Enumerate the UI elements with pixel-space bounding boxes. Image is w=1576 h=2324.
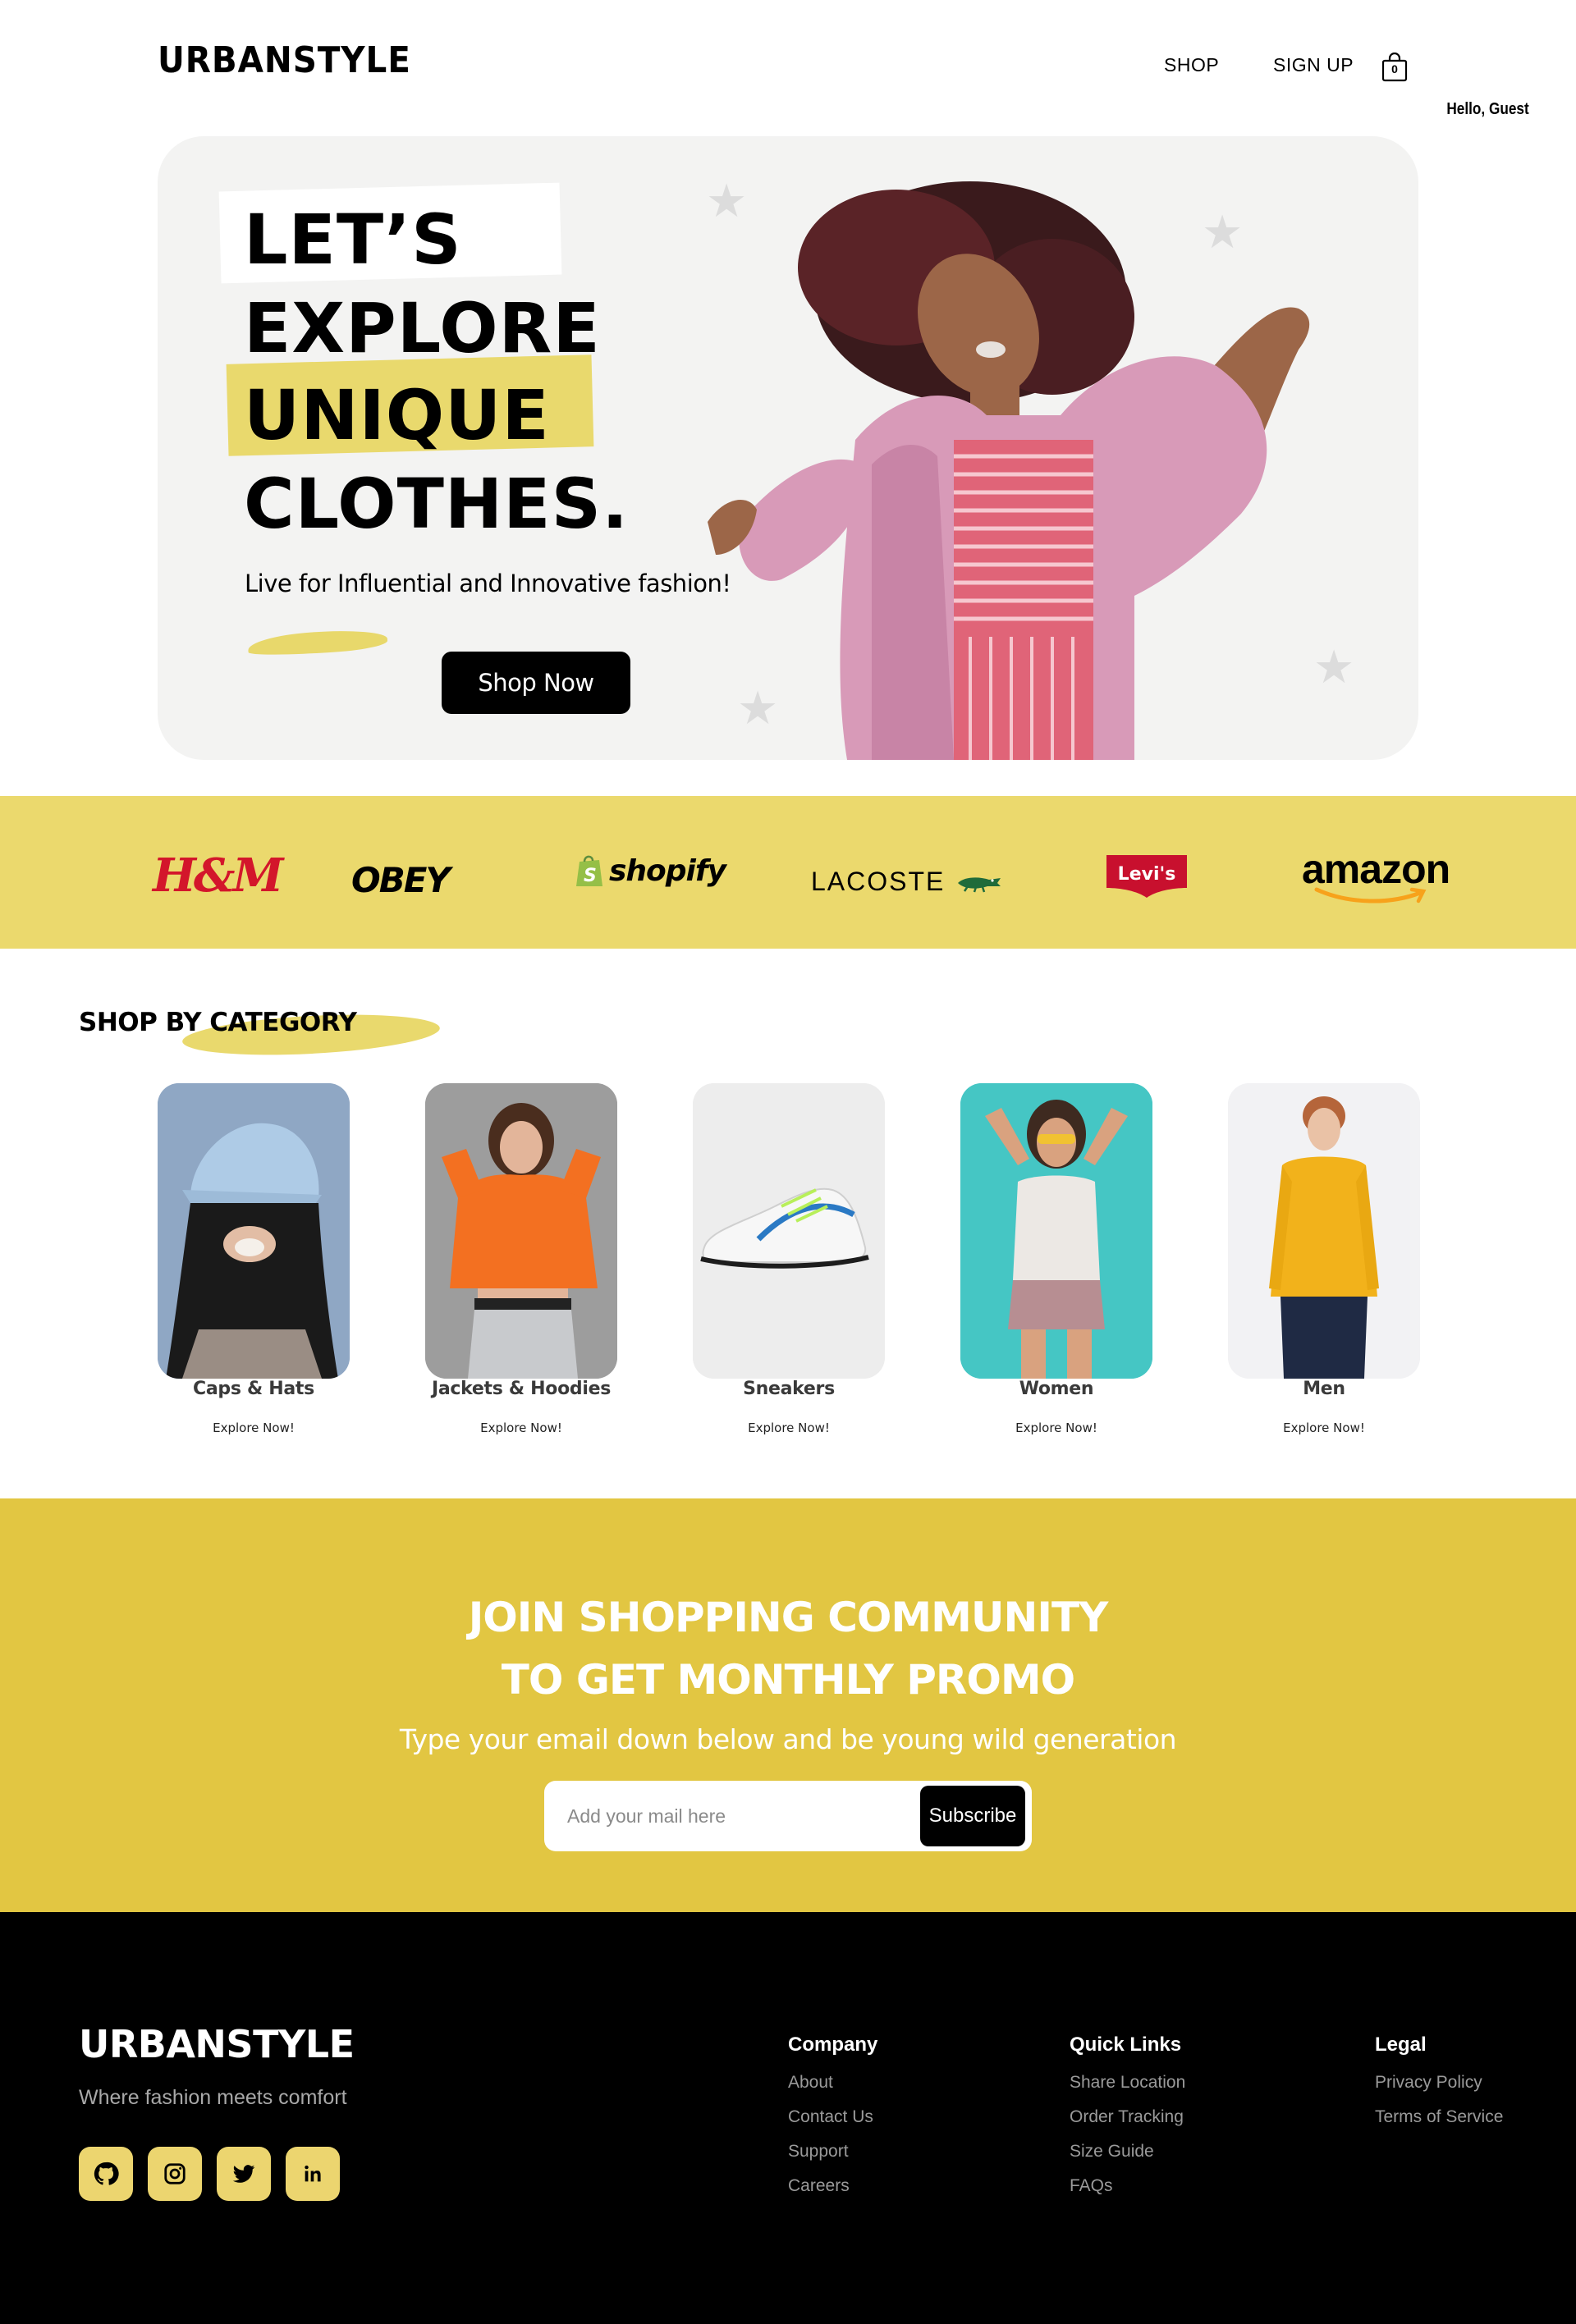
newsletter-section: JOIN SHOPPING COMMUNITY TO GET MONTHLY P… bbox=[0, 1498, 1576, 1912]
footer-link-contact-us[interactable]: Contact Us bbox=[788, 2107, 873, 2127]
cart-button[interactable]: 0 bbox=[1381, 52, 1408, 82]
footer-link-order-tracking[interactable]: Order Tracking bbox=[1070, 2107, 1184, 2127]
category-photo bbox=[960, 1083, 1152, 1379]
category-section-heading: SHOP BY CATEGORY bbox=[79, 1008, 357, 1037]
category-photo bbox=[693, 1083, 885, 1379]
levis-badge-icon: Levi's bbox=[1106, 855, 1187, 898]
hero-tagline: Live for Influential and Innovative fash… bbox=[245, 570, 731, 597]
footer-link-about[interactable]: About bbox=[788, 2073, 833, 2093]
nav-shop-link[interactable]: SHOP bbox=[1164, 54, 1219, 76]
amazon-smile-icon bbox=[1314, 887, 1427, 904]
brand-logo-hm[interactable]: H&M bbox=[153, 849, 283, 903]
explore-link[interactable]: Explore Now! bbox=[158, 1420, 350, 1435]
site-header: URBANSTYLE SHOP SIGN UP 0 Hello, Guest bbox=[0, 0, 1576, 131]
shopping-bag-icon: S bbox=[576, 855, 602, 886]
category-card-men[interactable] bbox=[1228, 1083, 1420, 1379]
category-name: Men bbox=[1303, 1379, 1345, 1399]
brand-logo-label: shopify bbox=[609, 853, 726, 888]
footer-link-size-guide[interactable]: Size Guide bbox=[1070, 2142, 1154, 2162]
category-card-jackets-hoodies[interactable] bbox=[425, 1083, 617, 1379]
explore-link[interactable]: Explore Now! bbox=[693, 1420, 885, 1435]
category-photo bbox=[425, 1083, 617, 1379]
cart-count-badge: 0 bbox=[1391, 62, 1398, 75]
instagram-link[interactable] bbox=[148, 2147, 202, 2201]
explore-link[interactable]: Explore Now! bbox=[960, 1420, 1152, 1435]
footer-column-title: Quick Links bbox=[1070, 2034, 1182, 2056]
category-photo bbox=[1228, 1083, 1420, 1379]
subscribe-button[interactable]: Subscribe bbox=[920, 1786, 1025, 1846]
footer-link-faqs[interactable]: FAQs bbox=[1070, 2176, 1113, 2196]
footer-link-privacy-policy[interactable]: Privacy Policy bbox=[1375, 2073, 1482, 2093]
newsletter-form: Subscribe bbox=[544, 1781, 1032, 1851]
explore-link[interactable]: Explore Now! bbox=[425, 1420, 617, 1435]
footer-link-support[interactable]: Support bbox=[788, 2142, 849, 2162]
email-input[interactable] bbox=[567, 1796, 912, 1837]
brand-logo-levis[interactable]: Levi's bbox=[1106, 855, 1187, 898]
brand-logo-label: Levi's bbox=[1118, 864, 1176, 885]
svg-text:S: S bbox=[584, 866, 596, 886]
category-name: Sneakers bbox=[743, 1379, 835, 1399]
category-name: Caps & Hats bbox=[193, 1379, 314, 1399]
crocodile-icon bbox=[958, 876, 1001, 892]
footer-tagline: Where fashion meets comfort bbox=[79, 2086, 347, 2109]
github-icon bbox=[94, 2162, 119, 2185]
newsletter-title: TO GET MONTHLY PROMO bbox=[501, 1656, 1075, 1704]
category-name: Women bbox=[1019, 1379, 1094, 1399]
brand-logo-lacoste[interactable]: LACOSTE bbox=[811, 867, 1002, 897]
user-greeting: Hello, Guest bbox=[1446, 100, 1529, 118]
site-logo[interactable]: URBANSTYLE bbox=[158, 39, 411, 81]
hero-model-photo bbox=[708, 181, 1310, 760]
brand-logo-shopify[interactable]: S shopify bbox=[575, 853, 726, 888]
hero-headline-line: LET’S bbox=[244, 199, 462, 280]
footer-column-title: Company bbox=[788, 2034, 878, 2056]
footer-link-terms-of-service[interactable]: Terms of Service bbox=[1375, 2107, 1503, 2127]
category-name: Jackets & Hoodies bbox=[432, 1379, 611, 1399]
linkedin-icon bbox=[305, 2165, 321, 2182]
site-footer: URBANSTYLE Where fashion meets comfort C… bbox=[0, 1912, 1576, 2324]
nav-signup-link[interactable]: SIGN UP bbox=[1273, 54, 1354, 76]
footer-column-title: Legal bbox=[1375, 2034, 1427, 2056]
brand-logo-label: LACOSTE bbox=[811, 867, 946, 896]
footer-link-share-location[interactable]: Share Location bbox=[1070, 2073, 1185, 2093]
twitter-link[interactable] bbox=[217, 2147, 271, 2201]
footer-logo[interactable]: URBANSTYLE bbox=[79, 2022, 355, 2066]
category-card-women[interactable] bbox=[960, 1083, 1152, 1379]
brand-logo-obey[interactable]: OBEY bbox=[351, 860, 451, 900]
hero-banner: ★ ★ ★ ★ LET’S EXPLORE UNIQUE CLOTHES. Li… bbox=[158, 136, 1418, 760]
category-card-caps-hats[interactable] bbox=[158, 1083, 350, 1379]
hero-headline-line: CLOTHES. bbox=[244, 464, 629, 544]
brand-logo-amazon[interactable]: amazon bbox=[1302, 845, 1450, 904]
newsletter-subtitle: Type your email down below and be young … bbox=[399, 1723, 1177, 1755]
linkedin-link[interactable] bbox=[286, 2147, 340, 2201]
brand-partners-bar: H&M OBEY S shopify LACOSTE Levi's amazon bbox=[0, 796, 1576, 949]
twitter-icon bbox=[232, 2165, 255, 2183]
hero-headline-line: EXPLORE bbox=[244, 288, 601, 368]
brand-logo-label: amazon bbox=[1302, 846, 1450, 892]
category-photo bbox=[158, 1083, 350, 1379]
explore-link[interactable]: Explore Now! bbox=[1228, 1420, 1420, 1435]
hero-headline-line: UNIQUE bbox=[244, 375, 550, 455]
category-card-sneakers[interactable] bbox=[693, 1083, 885, 1379]
shop-now-button[interactable]: Shop Now bbox=[442, 652, 630, 714]
newsletter-title: JOIN SHOPPING COMMUNITY bbox=[468, 1594, 1109, 1641]
decorative-swoosh bbox=[247, 627, 388, 658]
footer-link-careers[interactable]: Careers bbox=[788, 2176, 850, 2196]
github-link[interactable] bbox=[79, 2147, 133, 2201]
instagram-icon bbox=[164, 2163, 186, 2184]
